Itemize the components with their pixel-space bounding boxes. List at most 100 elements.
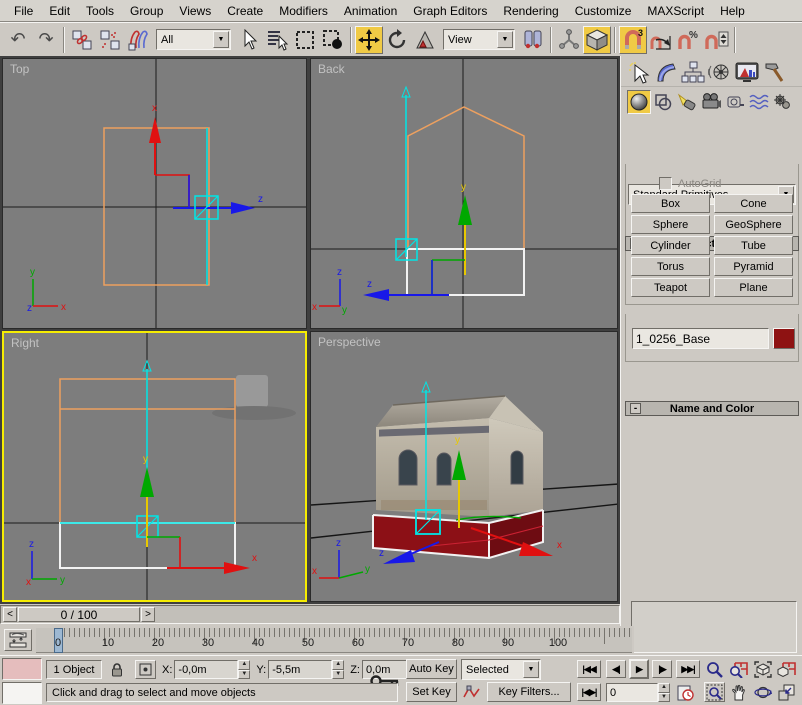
coord-system-dropdown[interactable]: View ▼ [443, 29, 515, 50]
select-object-button[interactable] [235, 26, 263, 54]
name-color-rollout-header[interactable]: - Name and Color [625, 401, 799, 416]
time-slider-next-button[interactable]: > [141, 607, 155, 622]
next-frame-button[interactable]: |▶ [652, 660, 672, 678]
menu-modifiers[interactable]: Modifiers [271, 1, 336, 21]
undo-button[interactable]: ↶ [4, 26, 32, 54]
manipulate-button[interactable] [555, 26, 583, 54]
tab-utilities[interactable] [760, 59, 787, 85]
unlink-button[interactable] [96, 26, 124, 54]
selection-set-dropdown[interactable]: Selected ▼ [461, 659, 541, 680]
tab-create[interactable] [625, 59, 652, 85]
viewport-perspective-label[interactable]: Perspective [318, 335, 381, 349]
key-filters-button[interactable]: Key Filters... [487, 682, 571, 702]
selection-filter-dropdown[interactable]: All ▼ [156, 29, 231, 50]
bind-spacewarp-button[interactable] [124, 26, 152, 54]
object-name-field[interactable] [632, 328, 769, 349]
menu-edit[interactable]: Edit [41, 1, 78, 21]
category-spacewarps-button[interactable] [747, 90, 771, 114]
select-move-button[interactable] [355, 26, 383, 54]
y-coord-spinner[interactable]: ▲▼ [332, 660, 344, 679]
menu-rendering[interactable]: Rendering [495, 1, 566, 21]
menu-views[interactable]: Views [171, 1, 219, 21]
track-bar-ruler[interactable]: 0 10 20 30 40 50 60 70 80 90 100 [36, 628, 632, 653]
redo-button[interactable]: ↷ [32, 26, 60, 54]
menu-animation[interactable]: Animation [336, 1, 405, 21]
viewport-back[interactable]: Back y z [310, 58, 618, 329]
time-slider-handle[interactable]: 0 / 100 [18, 607, 140, 622]
select-link-button[interactable] [68, 26, 96, 54]
category-systems-button[interactable] [771, 90, 795, 114]
snap-toggle-button[interactable]: 3 [619, 26, 647, 54]
cone-button[interactable]: Cone [714, 194, 793, 213]
use-center-button[interactable] [519, 26, 547, 54]
object-color-swatch[interactable] [773, 328, 795, 349]
zoom-button[interactable] [704, 659, 725, 679]
pyramid-button[interactable]: Pyramid [714, 257, 793, 276]
y-coord-field[interactable] [268, 660, 332, 679]
sphere-button[interactable]: Sphere [631, 215, 710, 234]
zoom-all-button[interactable] [728, 659, 749, 679]
select-scale-button[interactable] [411, 26, 439, 54]
menu-maxscript[interactable]: MAXScript [639, 1, 712, 21]
geosphere-button[interactable]: GeoSphere [714, 215, 793, 234]
auto-key-button[interactable]: Auto Key [406, 659, 457, 679]
menu-create[interactable]: Create [219, 1, 271, 21]
select-rotate-button[interactable] [383, 26, 411, 54]
tube-button[interactable]: Tube [714, 236, 793, 255]
viewport-perspective[interactable]: Perspective [310, 331, 618, 602]
menu-customize[interactable]: Customize [567, 1, 640, 21]
viewport-right-active[interactable]: Right y [2, 331, 307, 602]
default-tangents-button[interactable] [461, 682, 483, 702]
maxscript-mini-listener[interactable] [2, 682, 42, 704]
x-coord-spinner[interactable]: ▲▼ [238, 660, 250, 679]
arc-rotate-button[interactable] [752, 682, 773, 702]
viewport-right-label[interactable]: Right [11, 336, 39, 350]
tab-modify[interactable] [652, 59, 679, 85]
select-by-name-button[interactable] [263, 26, 291, 54]
tab-hierarchy[interactable] [679, 59, 706, 85]
category-geometry-button[interactable] [627, 90, 651, 114]
tab-display[interactable] [733, 59, 760, 85]
current-frame-field[interactable] [606, 683, 658, 702]
pan-button[interactable] [728, 682, 749, 702]
viewport-top-label[interactable]: Top [10, 62, 29, 76]
menu-file[interactable]: File [6, 1, 41, 21]
prev-frame-button[interactable]: ◀| [606, 660, 626, 678]
menu-group[interactable]: Group [122, 1, 171, 21]
menu-tools[interactable]: Tools [78, 1, 122, 21]
rect-selection-region-button[interactable] [291, 26, 319, 54]
selection-lock-button[interactable] [107, 660, 126, 679]
go-to-start-button[interactable]: |◀◀ [577, 660, 601, 678]
macro-recorder-mini-listener[interactable] [2, 658, 42, 680]
window-crossing-button[interactable] [319, 26, 347, 54]
category-lights-button[interactable] [675, 90, 699, 114]
frame-spinner[interactable]: ▲▼ [658, 683, 670, 702]
time-configuration-button[interactable] [674, 683, 696, 702]
play-button[interactable]: ▶ [629, 659, 649, 679]
set-key-button[interactable]: Set Key [406, 682, 457, 702]
viewport-back-label[interactable]: Back [318, 62, 345, 76]
box-button[interactable]: Box [631, 194, 710, 213]
autogrid-checkbox[interactable] [659, 177, 672, 190]
go-to-end-button[interactable]: ▶▶| [676, 660, 700, 678]
x-coord-field[interactable] [174, 660, 238, 679]
viewport-top[interactable]: Top x z y [2, 58, 307, 329]
region-zoom-button[interactable] [704, 682, 725, 702]
teapot-button[interactable]: Teapot [631, 278, 710, 297]
zoom-extents-all-button[interactable] [776, 659, 797, 679]
cylinder-button[interactable]: Cylinder [631, 236, 710, 255]
category-cameras-button[interactable] [699, 90, 723, 114]
plane-button[interactable]: Plane [714, 278, 793, 297]
category-shapes-button[interactable] [651, 90, 675, 114]
category-helpers-button[interactable] [723, 90, 747, 114]
mini-curve-editor-button[interactable] [4, 629, 32, 651]
min-max-toggle-button[interactable] [776, 682, 797, 702]
tab-motion[interactable] [706, 59, 733, 85]
spinner-snap-button[interactable] [703, 26, 731, 54]
cube-toggle-button[interactable] [583, 26, 611, 54]
menu-help[interactable]: Help [712, 1, 753, 21]
percent-snap-button[interactable]: % [675, 26, 703, 54]
menu-graph-editors[interactable]: Graph Editors [405, 1, 495, 21]
key-mode-toggle-button[interactable]: |◀▶| [577, 683, 601, 701]
zoom-extents-button[interactable] [752, 659, 773, 679]
